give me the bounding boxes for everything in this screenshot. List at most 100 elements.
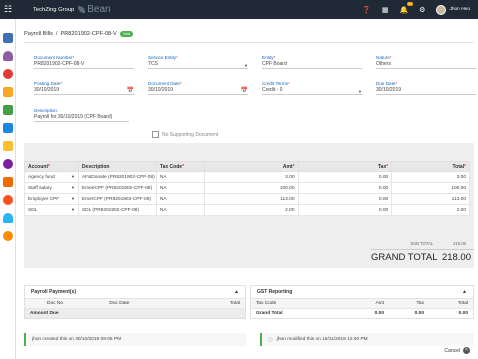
sidebar-user-icon[interactable] bbox=[3, 69, 13, 79]
account-select[interactable]: Staff salary ▼ bbox=[24, 182, 79, 194]
table-header-row: Account* Description Tax Code* Amt* Tax*… bbox=[24, 161, 470, 172]
payroll-payments-header[interactable]: Payroll Payment(s) ▲ bbox=[25, 286, 245, 298]
line-items-table: Account* Description Tax Code* Amt* Tax*… bbox=[24, 161, 470, 216]
due-date-field: Due Date* 30/10/2019 bbox=[376, 81, 476, 95]
settings-icon[interactable]: ⚙ bbox=[419, 6, 425, 14]
help-icon[interactable]: ❓ bbox=[362, 6, 371, 14]
breadcrumb-payroll-bills[interactable]: Payroll Bills bbox=[24, 31, 53, 37]
app-grid-icon[interactable]: ☷ bbox=[0, 0, 16, 19]
description-cell[interactable]: EmerCPF (PR8201902-CPF-08) bbox=[77, 193, 157, 205]
gst-reporting-header[interactable]: GST Reporting ▲ bbox=[251, 286, 473, 298]
table-row[interactable]: Staff salary ▼ EmeeCPF (PR8201902-CPF-08)… bbox=[24, 182, 470, 194]
amt-cell[interactable]: 113.00 bbox=[203, 193, 299, 205]
calendar-icon[interactable]: 📅 bbox=[241, 87, 248, 94]
chevron-down-icon: ▼ bbox=[70, 196, 75, 201]
header-tax-code: Tax Code* bbox=[155, 161, 205, 172]
table-row[interactable]: Employer CPF ▼ EmerCPF (PR8201902-CPF-08)… bbox=[24, 193, 470, 205]
table-row[interactable]: SDL ▼ SDL (PR8201902-CPF-08) NA 2.00 0.00… bbox=[24, 204, 470, 216]
grand-total-label: GRAND TOTAL bbox=[371, 252, 438, 263]
no-supporting-document-checkbox[interactable]: No Supporting Document bbox=[152, 131, 218, 138]
tax-code-cell[interactable]: NA bbox=[155, 182, 205, 194]
description-label: Description bbox=[34, 108, 57, 113]
org-switcher[interactable]: TechZing Group bbox=[33, 7, 74, 13]
sidebar-grid-icon[interactable] bbox=[3, 105, 13, 115]
description-cell[interactable]: EmeeCPF (PR8201902-CPF-08) bbox=[77, 182, 157, 194]
sidebar-folder-icon[interactable] bbox=[3, 141, 13, 151]
due-date-label: Due Date bbox=[376, 81, 396, 86]
nature-field[interactable]: Nature* Others bbox=[376, 55, 476, 69]
document-date-field[interactable]: Document Date* 30/10/2019 📅 bbox=[148, 81, 248, 95]
tax-cell: 0.00 bbox=[297, 182, 393, 194]
gst-grand-total-label: Grand Total bbox=[256, 311, 283, 316]
user-menu[interactable]: Jhon Heo bbox=[436, 4, 470, 15]
sidebar-bag-icon[interactable] bbox=[3, 51, 13, 61]
amt-cell[interactable]: 2.00 bbox=[203, 204, 299, 216]
checkbox-box[interactable] bbox=[152, 131, 159, 138]
credit-terms-label: Credit Terms bbox=[262, 81, 288, 86]
gst-reporting-title: GST Reporting bbox=[257, 289, 293, 295]
sidebar-cards-icon[interactable] bbox=[3, 123, 13, 133]
cancel-button[interactable]: Cancel × bbox=[444, 347, 470, 354]
grand-total: GRAND TOTAL 218.00 bbox=[371, 252, 471, 263]
due-date-value: 30/10/2019 bbox=[376, 87, 476, 95]
column-doc-date: Doc Date bbox=[109, 301, 130, 306]
entity-field[interactable]: Entity* CPF Board bbox=[262, 55, 362, 69]
sidebar-refresh-icon[interactable] bbox=[3, 195, 13, 205]
service-entity-select[interactable]: TCS ▼ bbox=[148, 61, 248, 69]
created-log: jhon created this on 30/10/2019 08:05 PM bbox=[24, 333, 246, 346]
amt-cell[interactable]: 3.00 bbox=[203, 171, 299, 183]
document-date-label: Document Date bbox=[148, 81, 180, 86]
gst-grand-total-row: Grand Total 0.00 0.00 0.00 bbox=[251, 308, 473, 318]
table-row[interactable]: Agency fund ▼ AF&Donate (PR8201902-CPF-08… bbox=[24, 171, 470, 183]
notification-bell-icon[interactable]: 🔔 31 bbox=[399, 1, 414, 14]
column-tax: Tax bbox=[416, 301, 424, 306]
description-cell[interactable]: SDL (PR8201902-CPF-08) bbox=[77, 204, 157, 216]
gst-grand-total-total: 0.00 bbox=[458, 311, 468, 316]
account-value: Staff salary bbox=[28, 185, 52, 191]
credit-terms-select[interactable]: Credit - 0 ▼ bbox=[262, 87, 362, 95]
sidebar-workflow-icon[interactable] bbox=[3, 177, 13, 187]
description-field[interactable]: Description Payroll for 30/10/2019 (CPF … bbox=[34, 108, 129, 122]
document-number-value[interactable]: PR8201902-CPF-08-V bbox=[34, 61, 134, 69]
service-entity-field[interactable]: Service Entity* TCS ▼ bbox=[148, 55, 248, 69]
sub-total: SUB TOTAL 218.00 bbox=[410, 241, 466, 246]
user-name: Jhon Heo bbox=[449, 7, 470, 12]
account-select[interactable]: SDL ▼ bbox=[24, 204, 79, 216]
posting-date-input[interactable]: 30/10/2019 📅 bbox=[34, 87, 134, 95]
tax-code-cell[interactable]: NA bbox=[155, 171, 205, 183]
calendar-icon[interactable]: 📅 bbox=[127, 87, 134, 94]
account-select[interactable]: Agency fund ▼ bbox=[24, 171, 79, 183]
header-tax: Tax* bbox=[297, 161, 393, 172]
description-input[interactable]: Payroll for 30/10/2019 (CPF Board) bbox=[34, 114, 129, 122]
amt-cell[interactable]: 100.00 bbox=[203, 182, 299, 194]
gst-reporting-panel: GST Reporting ▲ Tax Code Amt Tax Total G… bbox=[250, 285, 474, 319]
document-number-field[interactable]: Document Number* PR8201902-CPF-08-V bbox=[34, 55, 134, 69]
posting-date-field[interactable]: Posting Date* 30/10/2019 📅 bbox=[34, 81, 134, 95]
total-cell: 2.00 bbox=[391, 204, 470, 216]
credit-terms-field[interactable]: Credit Terms* Credit - 0 ▼ bbox=[262, 81, 362, 95]
chevron-up-icon[interactable]: ▲ bbox=[234, 289, 239, 295]
main-content: Payroll Bills / PR8201902-CPF-08-V Void … bbox=[16, 19, 478, 359]
sidebar-dashboard-icon[interactable] bbox=[3, 33, 13, 43]
chevron-down-icon: ▼ bbox=[70, 207, 75, 212]
document-date-input[interactable]: 30/10/2019 📅 bbox=[148, 87, 248, 95]
nature-label: Nature bbox=[376, 55, 390, 60]
header-amt: Amt* bbox=[203, 161, 299, 172]
sidebar-network-icon[interactable] bbox=[3, 159, 13, 169]
nature-value[interactable]: Others bbox=[376, 61, 476, 69]
sidebar-bank-icon[interactable] bbox=[3, 87, 13, 97]
tax-code-cell[interactable]: NA bbox=[155, 204, 205, 216]
credit-terms-value: Credit - 0 bbox=[262, 87, 283, 93]
account-value: SDL bbox=[28, 207, 38, 213]
sidebar-headset-icon[interactable] bbox=[3, 231, 13, 241]
entity-value[interactable]: CPF Board bbox=[262, 61, 362, 69]
account-value: Agency fund bbox=[28, 174, 55, 180]
document-number-label: Document Number bbox=[34, 55, 73, 60]
document-icon[interactable]: ▦ bbox=[382, 6, 389, 14]
chevron-up-icon[interactable]: ▲ bbox=[462, 289, 467, 295]
sidebar-cloud-icon[interactable] bbox=[3, 213, 13, 223]
description-cell[interactable]: AF&Donate (PR8201902-CPF-08) bbox=[77, 171, 157, 183]
tax-code-cell[interactable]: NA bbox=[155, 193, 205, 205]
account-select[interactable]: Employer CPF ▼ bbox=[24, 193, 79, 205]
posting-date-label: Posting Date bbox=[34, 81, 61, 86]
